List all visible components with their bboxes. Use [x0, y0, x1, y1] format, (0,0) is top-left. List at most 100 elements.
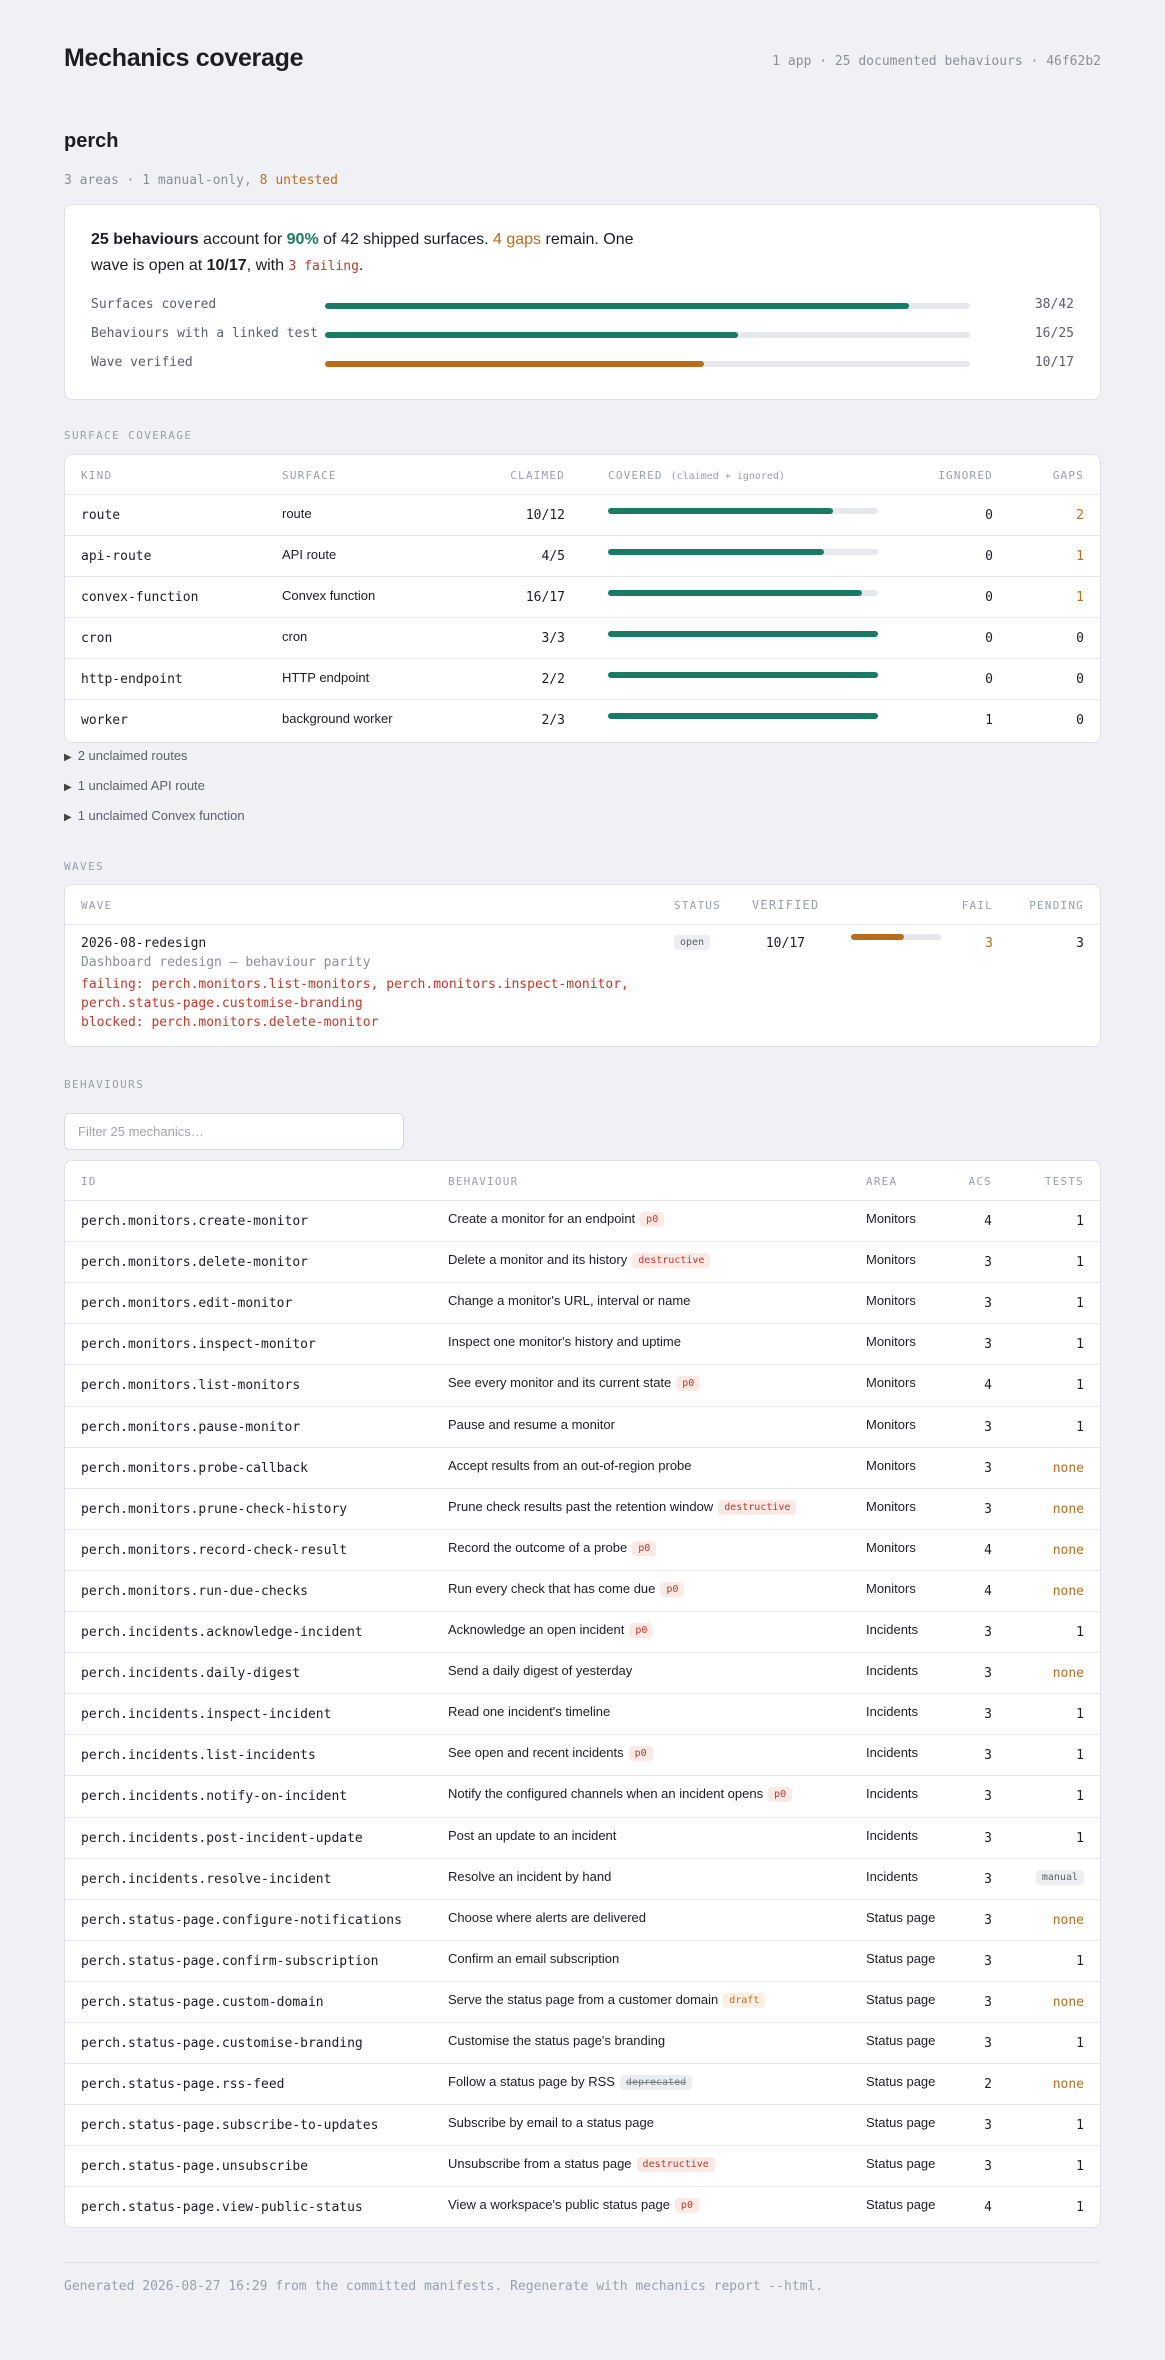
behaviour-row[interactable]: perch.monitors.edit-monitor Change a moni… [65, 1282, 1100, 1323]
behaviour-text: Follow a status page by RSS [448, 2074, 615, 2090]
behaviour-row[interactable]: perch.status-page.configure-notification… [65, 1898, 1100, 1940]
summary-text-2: of 42 shipped surfaces. [318, 231, 494, 248]
surface-claimed: 4/5 [541, 549, 565, 564]
behaviour-row[interactable]: perch.monitors.inspect-monitor Inspect on… [65, 1323, 1100, 1364]
surface-table: KIND SURFACE CLAIMED COVERED (claimed + … [64, 454, 1101, 743]
col-fail: FAIL [961, 899, 993, 912]
behaviour-tests: 1 [1076, 1378, 1084, 1394]
waves-section-label: WAVES [64, 860, 105, 873]
behaviour-area: Monitors [866, 1211, 916, 1226]
footer-note: Generated 2026-08-27 16:29 from the comm… [64, 2279, 824, 2294]
col-wave: WAVE [81, 899, 113, 912]
summary-text: 25 behaviours account for 90% of 42 ship… [91, 227, 651, 280]
behaviour-acs: 2 [984, 2077, 992, 2093]
behaviour-id: perch.monitors.pause-monitor [81, 1419, 301, 1435]
behaviour-text: Read one incident's timeline [448, 1704, 611, 1720]
behaviour-description: Post an update to an incident [448, 1828, 616, 1843]
unclaimed-disclosure[interactable]: ▶ 2 unclaimed routes [64, 748, 188, 763]
tag-badge: p0 [660, 1581, 685, 1597]
wave-description: Dashboard redesign — behaviour parity [81, 955, 371, 970]
wave-pending: 3 [1076, 936, 1084, 951]
behaviour-tests: none [1052, 1912, 1084, 1928]
coverage-percent: 90% [286, 231, 319, 248]
behaviour-tests: 1 [1076, 2200, 1084, 2216]
behaviour-row[interactable]: perch.status-page.view-public-status View… [65, 2186, 1100, 2227]
behaviour-row[interactable]: perch.monitors.prune-check-history Prune … [65, 1487, 1100, 1529]
behaviour-text: Confirm an email subscription [448, 1950, 620, 1966]
surface-claimed: 10/12 [525, 508, 565, 523]
behaviour-row[interactable]: perch.status-page.custom-domain Serve the… [65, 1980, 1100, 2022]
disclosure-label: 1 unclaimed Convex function [77, 808, 245, 823]
behaviour-acs: 3 [984, 1460, 992, 1476]
behaviour-row[interactable]: perch.status-page.unsubscribe Unsubscribe… [65, 2145, 1100, 2186]
behaviour-row[interactable]: perch.status-page.rss-feed Follow a statu… [65, 2063, 1100, 2104]
behaviour-tests: 1 [1076, 1748, 1084, 1764]
behaviour-description: Record the outcome of a probe p0 [448, 1540, 657, 1556]
surface-kind: route [81, 508, 121, 523]
behaviour-area: Monitors [866, 1334, 916, 1350]
behaviour-area: Status page [866, 1909, 936, 1925]
behaviour-row[interactable]: perch.monitors.list-monitors See every mo… [65, 1364, 1100, 1405]
behaviour-area: Monitors [866, 1252, 916, 1268]
behaviour-description: Customise the status page's branding [448, 2033, 665, 2048]
behaviour-id: perch.monitors.edit-monitor [81, 1296, 293, 1312]
behaviour-acs: 3 [984, 1830, 992, 1846]
behaviour-row[interactable]: perch.status-page.subscribe-to-updates Su… [65, 2104, 1100, 2145]
surface-coverage-bar [608, 549, 878, 555]
behaviour-row[interactable]: perch.incidents.resolve-incident Resolve … [65, 1857, 1100, 1899]
behaviour-tests: none [1052, 1994, 1084, 2010]
behaviour-acs: 3 [984, 1994, 992, 2010]
behaviour-row[interactable]: perch.monitors.create-monitor Create a mo… [65, 1200, 1100, 1241]
summary-text-4: , with [246, 257, 289, 274]
behaviour-id: perch.incidents.inspect-incident [81, 1707, 332, 1723]
report-meta: 1 app · 25 documented behaviours · 46f62… [772, 54, 1101, 69]
behaviour-row[interactable]: perch.monitors.record-check-result Record… [65, 1528, 1100, 1570]
behaviour-acs: 3 [984, 2036, 992, 2051]
behaviour-row[interactable]: perch.monitors.pause-monitor Pause and re… [65, 1405, 1100, 1447]
behaviour-row[interactable]: perch.status-page.confirm-subscription Co… [65, 1939, 1100, 1981]
behaviour-tests: 1 [1076, 1296, 1084, 1312]
behaviour-id: perch.monitors.prune-check-history [81, 1501, 348, 1517]
behaviour-tests: 1 [1076, 2159, 1084, 2175]
behaviour-text: Pause and resume a monitor [448, 1416, 615, 1432]
summary-bar-label: Wave verified [91, 355, 193, 370]
behaviour-text: Resolve an incident by hand [448, 1868, 612, 1884]
behaviour-tests: none [1052, 1583, 1084, 1599]
behaviour-row[interactable]: perch.monitors.run-due-checks Run every c… [65, 1569, 1100, 1611]
app-name: perch [64, 130, 119, 152]
behaviour-acs: 3 [984, 1666, 992, 1682]
behaviour-row[interactable]: perch.monitors.delete-monitor Delete a mo… [65, 1241, 1100, 1282]
behaviour-acs: 3 [984, 1953, 992, 1969]
behaviour-area: Monitors [866, 1293, 916, 1309]
behaviour-row[interactable]: perch.incidents.post-incident-update Post… [65, 1816, 1100, 1858]
summary-bar-row: Surfaces covered 38/42 [91, 295, 1074, 315]
behaviour-tests: none [1052, 2077, 1084, 2093]
behaviour-row[interactable]: perch.incidents.notify-on-incident Notify… [65, 1775, 1100, 1816]
col-covered-label: COVERED [608, 469, 663, 482]
behaviour-row[interactable]: perch.monitors.probe-callback Accept resu… [65, 1446, 1100, 1488]
summary-bar-label: Behaviours with a linked test [91, 326, 318, 341]
tag-badge: destructive [718, 1499, 797, 1515]
behaviour-description: Send a daily digest of yesterday [448, 1663, 632, 1678]
behaviour-description: Delete a monitor and its history destruct… [448, 1252, 711, 1269]
behaviours-table: ID BEHAVIOUR AREA ACS TESTS perch.monito… [64, 1160, 1101, 2228]
filter-input[interactable] [64, 1113, 404, 1150]
behaviour-id: perch.status-page.subscribe-to-updates [81, 2118, 379, 2134]
behaviour-row[interactable]: perch.incidents.list-incidents See open a… [65, 1734, 1100, 1775]
surface-row: route route 10/12 0 2 [65, 494, 1100, 535]
behaviour-area: Monitors [866, 1498, 916, 1514]
unclaimed-disclosure[interactable]: ▶ 1 unclaimed Convex function [64, 808, 245, 823]
unclaimed-disclosure[interactable]: ▶ 1 unclaimed API route [64, 778, 205, 793]
summary-bar-value: 10/17 [1034, 355, 1074, 370]
behaviour-row[interactable]: perch.incidents.inspect-incident Read one… [65, 1693, 1100, 1734]
col-pending: PENDING [1029, 899, 1084, 912]
behaviour-row[interactable]: perch.status-page.customise-branding Cust… [65, 2022, 1100, 2063]
behaviour-row[interactable]: perch.incidents.acknowledge-incident Ackn… [65, 1611, 1100, 1652]
behaviour-row[interactable]: perch.incidents.daily-digest Send a daily… [65, 1652, 1100, 1693]
surface-section-label: SURFACE COVERAGE [64, 429, 193, 442]
behaviour-tests: 1 [1076, 1337, 1084, 1353]
surface-claimed: 2/2 [541, 672, 565, 687]
behaviour-area: Incidents [866, 1868, 919, 1884]
summary-bar-fill [325, 303, 909, 309]
header: Mechanics coverage 1 app · 25 documented… [64, 44, 1101, 78]
